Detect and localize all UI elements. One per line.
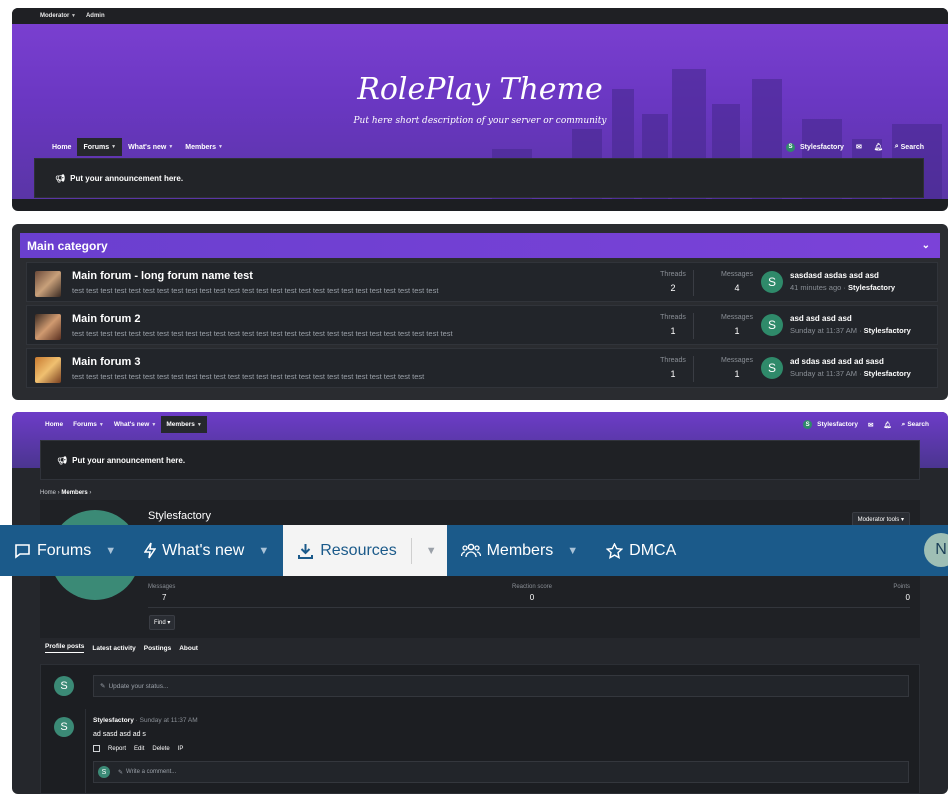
forum-icon (35, 357, 61, 383)
avatar[interactable]: S (54, 676, 74, 696)
nav-forums[interactable]: Forums ▼ (77, 138, 123, 156)
site-description: Put here short description of your serve… (353, 116, 607, 126)
site-title: RolePlay Theme (357, 72, 603, 107)
nav-forums[interactable]: Forums ▼ (0, 525, 130, 576)
profile-tabs: Profile posts Latest activity Postings A… (40, 640, 920, 656)
nav-forums[interactable]: Forums ▼ (68, 416, 109, 433)
avatar[interactable]: S (54, 717, 74, 737)
last-post-title[interactable]: sasdasd asdas asd asd (790, 271, 879, 280)
megaphone-icon: 📢︎ (57, 455, 68, 465)
profile-name: Stylesfactory (148, 510, 211, 522)
forum-list-screenshot: Main category ⌄ Main forum - long forum … (12, 224, 948, 400)
tab-profile-posts[interactable]: Profile posts (45, 643, 85, 653)
nav-home[interactable]: Home (40, 416, 68, 433)
chevron-down-icon[interactable]: ⌄ (922, 240, 930, 251)
nav-whats-new[interactable]: What's new ▼ (122, 138, 179, 156)
pencil-icon: ✎ (100, 683, 106, 690)
admin-link[interactable]: Admin (86, 13, 105, 19)
forum-icon (35, 314, 61, 340)
moderator-menu[interactable]: Moderator ▼ (40, 13, 76, 19)
forum-row[interactable]: Main forum - long forum name test test t… (26, 262, 938, 302)
search-button[interactable]: ⌕ Search (897, 416, 934, 433)
users-icon (460, 543, 481, 558)
breadcrumb: Home › Members › (40, 490, 92, 496)
nav-members[interactable]: Members ▼ (179, 138, 229, 156)
forum-header-screenshot: Moderator ▼ Admin RolePlay Theme Put her… (12, 8, 948, 211)
inbox-icon[interactable]: ✉ (863, 416, 878, 433)
nav-members[interactable]: Members ▼ (161, 416, 207, 433)
avatar: S (785, 142, 795, 152)
nav-whats-new[interactable]: What's new ▼ (130, 525, 283, 576)
nav-whats-new[interactable]: What's new ▼ (109, 416, 161, 433)
tab-about[interactable]: About (179, 645, 198, 652)
chat-icon (15, 543, 30, 559)
caret-down-icon: ▼ (168, 144, 174, 150)
pencil-icon: ✎ (118, 769, 124, 776)
forum-icon (35, 271, 61, 297)
resources-nav-bar: Forums ▼ What's new ▼ Resources ▼ Member… (0, 525, 948, 576)
account-link[interactable]: S Stylesfactory (780, 138, 850, 156)
forum-row[interactable]: Main forum 3 test test test test test te… (26, 348, 938, 388)
delete-link[interactable]: Delete (152, 746, 169, 752)
main-nav: Home Forums ▼ What's new ▼ Members ▼ S St… (40, 416, 934, 433)
avatar: S (98, 766, 110, 778)
bell-icon[interactable]: 🔔︎ (868, 138, 889, 156)
download-icon (298, 543, 314, 559)
caret-down-icon[interactable]: ▼ (105, 545, 116, 557)
last-post-title[interactable]: ad sdas asd asd ad sasd (790, 357, 884, 366)
bell-icon[interactable]: 🔔︎ (878, 416, 896, 433)
tab-latest-activity[interactable]: Latest activity (92, 645, 135, 652)
caret-down-icon: ▼ (218, 144, 223, 150)
ip-link[interactable]: IP (178, 746, 184, 752)
report-link[interactable]: Report (108, 746, 126, 752)
comment-input[interactable]: S ✎ Write a comment... (93, 761, 909, 783)
profile-stats: Messages 7 Reaction score 0 Points 0 (148, 584, 910, 608)
avatar[interactable]: N (924, 533, 948, 567)
avatar: S (803, 420, 813, 429)
forum-row[interactable]: Main forum 2 test test test test test te… (26, 305, 938, 345)
find-button[interactable]: Find ▾ (149, 615, 176, 630)
profile-posts: S ✎ Update your status... S Stylesfactory… (40, 664, 920, 794)
nav-members[interactable]: Members ▼ (447, 525, 593, 576)
main-nav: Home Forums ▼ What's new ▼ Members ▼ S St… (46, 138, 930, 156)
caret-down-icon: ▼ (111, 144, 117, 150)
caret-down-icon: ▼ (98, 421, 104, 428)
nav-dmca[interactable]: DMCA (592, 525, 690, 576)
caret-down-icon: ▼ (151, 421, 157, 428)
post-text: ad sasd asd ad s (93, 731, 146, 738)
bolt-icon (144, 542, 157, 559)
caret-down-icon[interactable]: ▼ (424, 545, 447, 557)
inbox-icon[interactable]: ✉ (850, 138, 868, 156)
last-post-title[interactable]: asd asd asd asd (790, 314, 852, 323)
select-checkbox[interactable] (93, 745, 100, 752)
avatar[interactable]: S (761, 271, 783, 293)
caret-down-icon[interactable]: ▼ (567, 545, 578, 557)
caret-down-icon: ▼ (196, 421, 202, 428)
staff-bar: Moderator ▼ Admin (12, 8, 948, 24)
caret-down-icon: ▼ (71, 13, 76, 19)
caret-down-icon[interactable]: ▼ (258, 545, 269, 557)
announcement-notice: 📢︎ Put your announcement here. (34, 158, 924, 198)
nav-home[interactable]: Home (46, 138, 77, 156)
avatar[interactable]: S (761, 314, 783, 336)
edit-link[interactable]: Edit (134, 746, 144, 752)
status-input[interactable]: ✎ Update your status... (93, 675, 909, 697)
avatar[interactable]: S (761, 357, 783, 379)
search-icon: ⌕ (901, 420, 906, 428)
star-icon (606, 542, 624, 559)
search-button[interactable]: ⌕ Search (889, 138, 930, 156)
profile-page-screenshot: Home Forums ▼ What's new ▼ Members ▼ S St… (12, 412, 948, 794)
nav-resources[interactable]: Resources ▼ (283, 525, 447, 576)
search-icon: ⌕ (894, 143, 899, 150)
post-actions: Report Edit Delete IP (93, 745, 183, 752)
megaphone-icon: 📢︎ (55, 173, 66, 183)
announcement-notice: 📢︎ Put your announcement here. (40, 440, 920, 480)
category-header[interactable]: Main category ⌄ (20, 233, 940, 258)
account-link[interactable]: S Stylesfactory (798, 416, 863, 433)
tab-postings[interactable]: Postings (144, 645, 171, 652)
